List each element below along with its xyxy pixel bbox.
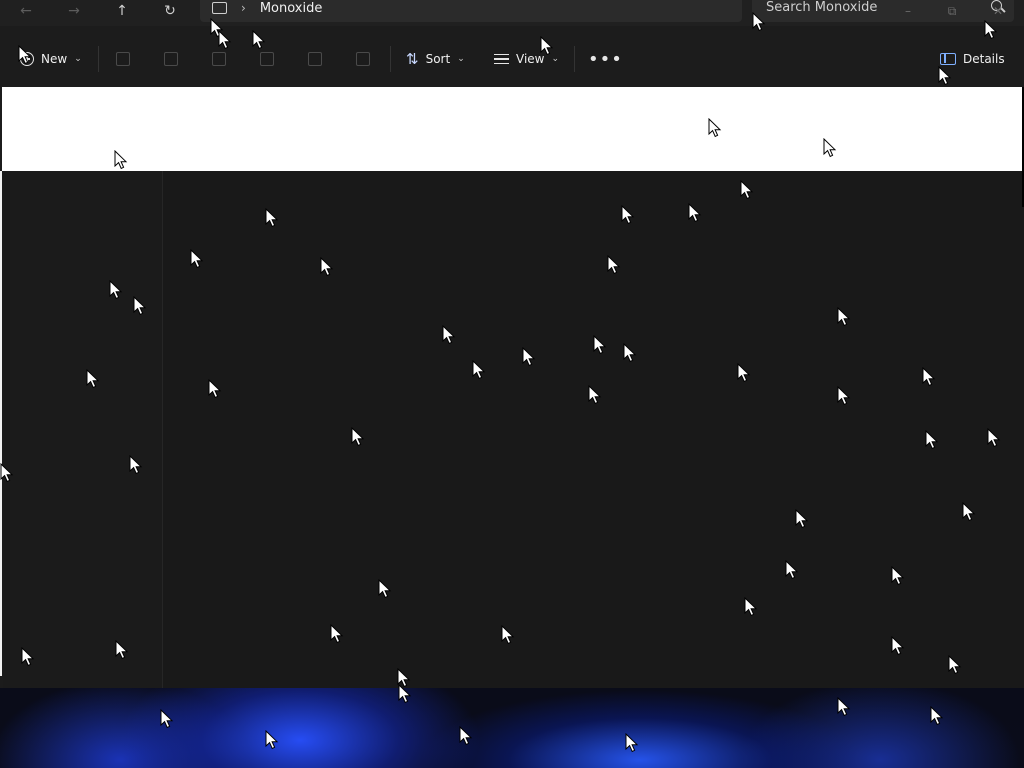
new-icon (20, 52, 34, 66)
share-button[interactable] (308, 48, 322, 70)
divider (574, 46, 575, 72)
breadcrumb-item-monoxide[interactable]: Monoxide (260, 1, 323, 16)
close-icon: ✕ (992, 4, 1004, 18)
cut-icon (116, 52, 130, 66)
close-button[interactable]: ✕ (978, 0, 1018, 22)
chevron-down-icon: ⌄ (74, 54, 82, 64)
copy-button[interactable] (164, 48, 178, 70)
breadcrumb-separator-icon: › (241, 1, 246, 15)
details-pane-button[interactable]: Details (940, 48, 1005, 70)
file-explorer-window: ← → ↑ ↻ › Monoxide Search Monoxide – ⧉ ✕ (0, 0, 1024, 688)
titlebar: ← → ↑ ↻ › Monoxide Search Monoxide – ⧉ ✕ (0, 0, 1024, 26)
new-label: New (41, 52, 68, 66)
details-pane-icon (940, 53, 956, 65)
navigation-pane[interactable] (3, 171, 163, 688)
share-icon (308, 52, 322, 66)
rename-button[interactable] (260, 48, 274, 70)
back-arrow-icon: ← (20, 3, 32, 19)
maximize-button[interactable]: ⧉ (932, 0, 972, 22)
sort-icon: ⇅ (406, 50, 419, 68)
cut-button[interactable] (116, 48, 130, 70)
minimize-icon: – (905, 4, 911, 18)
view-icon (494, 53, 509, 65)
divider (390, 46, 391, 72)
restore-icon: ⧉ (947, 3, 957, 18)
rename-icon (260, 52, 274, 66)
blank-header-area (0, 87, 1024, 171)
delete-button[interactable] (356, 48, 370, 70)
window-edge (0, 171, 2, 676)
view-button[interactable]: View ⌄ (494, 48, 559, 70)
chevron-down-icon: ⌄ (457, 54, 465, 64)
up-arrow-icon: ↑ (116, 3, 128, 19)
back-button[interactable]: ← (12, 0, 40, 22)
view-label: View (516, 52, 545, 66)
refresh-icon: ↻ (164, 3, 176, 19)
command-bar: New ⌄ ⇅ Sort ⌄ View ⌄ ••• Details (0, 34, 1024, 84)
sort-button[interactable]: ⇅ Sort ⌄ (406, 48, 465, 70)
search-placeholder: Search Monoxide (766, 0, 878, 15)
paste-button[interactable] (212, 48, 226, 70)
file-content-area[interactable] (3, 171, 1024, 688)
refresh-button[interactable]: ↻ (156, 0, 184, 22)
chevron-down-icon: ⌄ (551, 54, 560, 64)
copy-icon (164, 52, 178, 66)
address-bar[interactable]: › Monoxide (200, 0, 742, 22)
up-button[interactable]: ↑ (108, 0, 136, 22)
see-more-button[interactable]: ••• (588, 48, 623, 70)
forward-arrow-icon: → (68, 3, 80, 19)
forward-button[interactable]: → (60, 0, 88, 22)
new-button[interactable]: New ⌄ (20, 48, 82, 70)
paste-icon (212, 52, 226, 66)
details-label: Details (963, 52, 1005, 66)
divider (98, 46, 99, 72)
sort-label: Sort (425, 52, 451, 66)
search-box[interactable]: Search Monoxide (752, 0, 1014, 22)
minimize-button[interactable]: – (888, 0, 928, 22)
pc-icon (212, 2, 227, 14)
more-icon: ••• (588, 48, 623, 70)
trash-icon (356, 52, 370, 66)
